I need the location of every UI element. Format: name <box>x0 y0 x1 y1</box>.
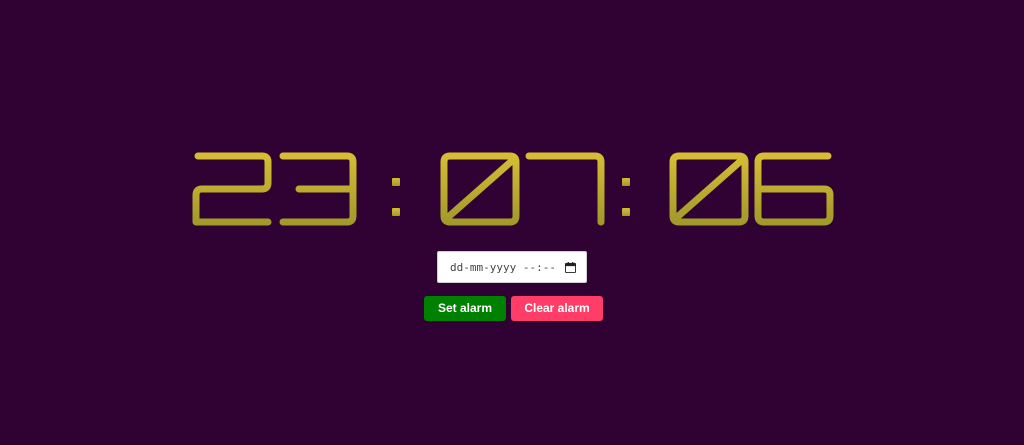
digital-clock: 23 : 07 : 06 <box>0 150 1024 232</box>
minutes-tens-digit <box>440 152 520 226</box>
colon-separator-2-bottom-dot <box>622 208 630 216</box>
colon-separator-1-top-dot <box>392 178 400 186</box>
minutes-ones-digit <box>525 152 605 226</box>
calendar-icon[interactable] <box>565 261 576 273</box>
colon-separator-2-top-dot <box>622 178 630 186</box>
seconds-ones-digit <box>754 152 834 226</box>
alarm-datetime-value: dd-mm-yyyy --:-- <box>450 260 556 274</box>
hours-ones-digit <box>279 152 357 226</box>
set-alarm-button[interactable]: Set alarm <box>424 296 506 321</box>
clear-alarm-button[interactable]: Clear alarm <box>511 296 603 321</box>
hours-tens-digit <box>192 152 272 226</box>
colon-separator-1-bottom-dot <box>392 208 400 216</box>
alarm-datetime-input[interactable]: dd-mm-yyyy --:-- <box>437 251 587 283</box>
clock-display-svg <box>192 152 834 226</box>
seconds-tens-digit <box>669 152 749 226</box>
